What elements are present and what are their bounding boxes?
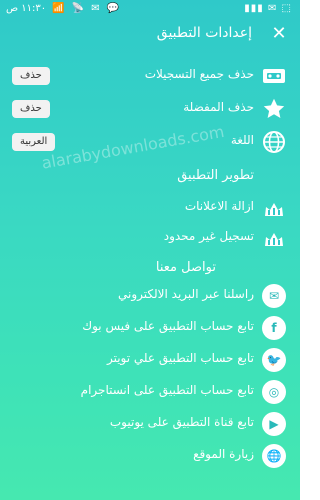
contact-twitter-row[interactable]: تابع حساب التطبيق علي تويتر 🐦: [0, 344, 300, 376]
status-icons-left: 📶 📡 ✉ 💬: [52, 3, 122, 14]
contact-facebook-row[interactable]: تابع حساب التطبيق على فيس بوك f: [0, 312, 300, 344]
remove-ads-label: ازالة الاعلانات: [184, 199, 254, 213]
unlimited-recording-label: تسجيل غير محدود: [163, 229, 254, 243]
email-icon: ✉: [262, 284, 286, 308]
section-contact-title: تواصل معنا: [155, 260, 216, 275]
status-icons-right: ▮▮▮ ✉ ⬚: [244, 3, 292, 14]
delete-recordings-row[interactable]: حذف حذف جميع التسجيلات: [0, 60, 300, 92]
language-label: اللغة: [230, 133, 254, 147]
status-time: ١١:٣٠ ص: [6, 3, 47, 14]
tape-icon: [263, 69, 285, 83]
settings-screen: ١١:٣٠ ص 📶 📡 ✉ 💬 ▮▮▮ ✉ ⬚ ✕ إعدادات التطبي…: [0, 0, 300, 500]
visit-website-row[interactable]: زيارة الموقع 🌐: [0, 440, 300, 472]
contact-youtube-label: تابع قناة التطبيق على يوتيوب: [109, 415, 254, 429]
remove-ads-row[interactable]: ازالة الاعلانات: [0, 192, 300, 224]
instagram-icon: ◎: [262, 380, 286, 404]
delete-recordings-label: حذف جميع التسجيلات: [144, 67, 254, 81]
delete-favorites-label: حذف المفضلة: [183, 100, 254, 114]
globe-icon: [263, 131, 285, 153]
status-bar: ١١:٣٠ ص 📶 📡 ✉ 💬 ▮▮▮ ✉ ⬚: [0, 0, 300, 18]
app-header: ✕ إعدادات التطبيق: [0, 18, 300, 50]
contact-email-label: راسلنا عبر البريد الالكتروني: [118, 287, 254, 301]
close-icon[interactable]: ✕: [268, 23, 290, 45]
youtube-icon: ▶: [262, 412, 286, 436]
twitter-icon: 🐦: [262, 348, 286, 372]
contact-facebook-label: تابع حساب التطبيق على فيس بوك: [82, 319, 254, 333]
contact-youtube-row[interactable]: تابع قناة التطبيق على يوتيوب ▶: [0, 408, 300, 440]
delete-recordings-button[interactable]: حذف: [12, 67, 50, 85]
crown-icon: [265, 203, 283, 216]
page-title: إعدادات التطبيق: [156, 25, 252, 41]
contact-email-row[interactable]: راسلنا عبر البريد الالكتروني ✉: [0, 280, 300, 312]
visit-website-label: زيارة الموقع: [193, 447, 254, 461]
unlimited-recording-row[interactable]: تسجيل غير محدود: [0, 222, 300, 254]
delete-favorites-row[interactable]: حذف حذف المفضلة: [0, 93, 300, 125]
contact-instagram-row[interactable]: تابع حساب التطبيق على انستاجرام ◎: [0, 376, 300, 408]
contact-instagram-label: تابع حساب التطبيق على انستاجرام: [80, 383, 254, 397]
language-select[interactable]: العربية: [12, 133, 56, 151]
language-row[interactable]: العربية اللغة: [0, 126, 300, 158]
facebook-icon: f: [262, 316, 286, 340]
section-dev-title: تطوير التطبيق: [177, 168, 254, 183]
contact-twitter-label: تابع حساب التطبيق علي تويتر: [106, 351, 254, 365]
star-icon: [263, 98, 285, 118]
globe-icon: 🌐: [262, 444, 286, 468]
delete-favorites-button[interactable]: حذف: [12, 100, 50, 118]
crown-icon: [265, 233, 283, 246]
